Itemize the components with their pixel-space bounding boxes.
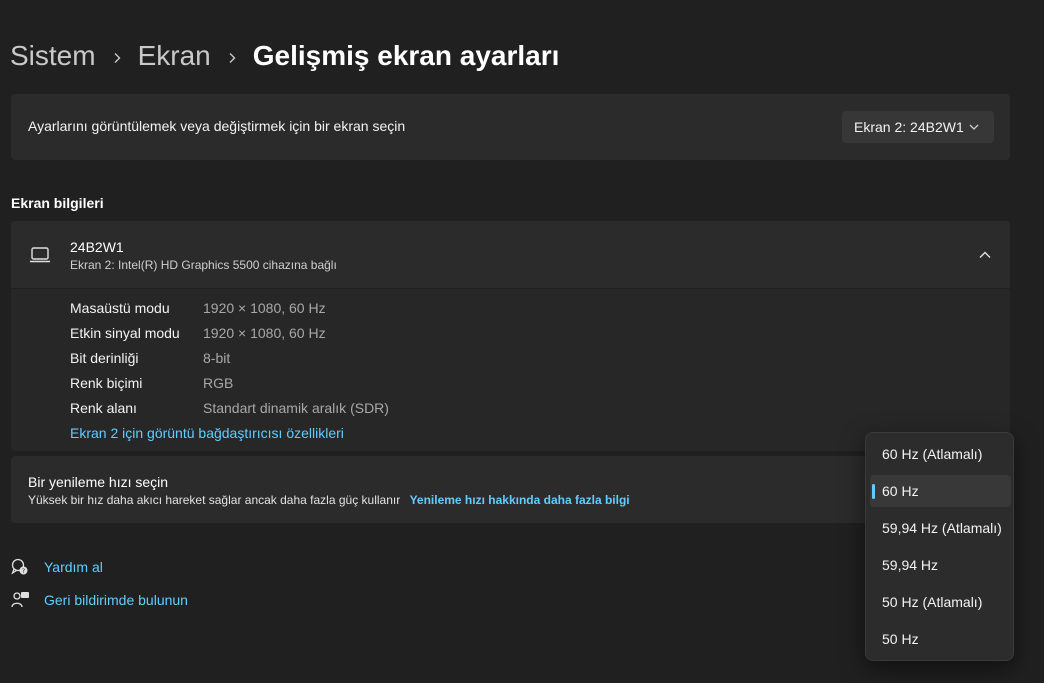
refresh-option-label: 59,94 Hz: [882, 557, 939, 573]
display-select-label: Ayarlarını görüntülemek veya değiştirmek…: [28, 118, 406, 134]
refresh-option[interactable]: 59,94 Hz (Atlamalı): [870, 512, 1011, 544]
get-help-link[interactable]: ? Yardım al: [10, 557, 103, 577]
refresh-option[interactable]: 59,94 Hz: [870, 549, 1011, 581]
adapter-properties-link[interactable]: Ekran 2 için görüntü bağdaştırıcısı özel…: [70, 425, 344, 441]
laptop-icon: [30, 247, 50, 263]
refresh-option-label: 60 Hz: [882, 483, 919, 499]
help-chat-icon: ?: [11, 558, 28, 575]
refresh-option-label: 59,94 Hz (Atlamalı): [882, 520, 1002, 536]
breadcrumb: Sistem Ekran Gelişmiş ekran ayarları: [10, 36, 559, 76]
refresh-rate-description: Yüksek bir hız daha akıcı hareket sağlar…: [28, 493, 401, 507]
breadcrumb-sistem[interactable]: Sistem: [10, 40, 96, 72]
info-key: Masaüstü modu: [70, 300, 170, 316]
refresh-rate-card: Bir yenileme hızı seçin Yüksek bir hız d…: [11, 456, 1010, 523]
selection-indicator: [872, 484, 875, 499]
refresh-option[interactable]: 60 Hz (Atlamalı): [870, 438, 1011, 470]
refresh-rate-title: Bir yenileme hızı seçin: [28, 474, 169, 490]
chevron-right-icon: [96, 40, 138, 72]
breadcrumb-ekran[interactable]: Ekran: [138, 40, 211, 72]
chevron-up-icon[interactable]: [978, 248, 992, 262]
feedback-label: Geri bildirimde bulunun: [44, 592, 188, 608]
refresh-rate-dropdown-menu: 60 Hz (Atlamalı) 60 Hz 59,94 Hz (Atlamal…: [865, 432, 1014, 661]
display-name: 24B2W1: [70, 239, 124, 255]
info-key: Renk biçimi: [70, 375, 143, 391]
info-key: Bit derinliği: [70, 350, 139, 366]
chevron-down-icon: [969, 124, 979, 130]
info-value: 1920 × 1080, 60 Hz: [203, 300, 326, 316]
refresh-option-label: 60 Hz (Atlamalı): [882, 446, 983, 462]
display-dropdown[interactable]: Ekran 2: 24B2W1: [842, 111, 994, 143]
info-value: RGB: [203, 375, 234, 391]
section-title: Ekran bilgileri: [11, 195, 104, 211]
display-info-details: Masaüstü modu 1920 × 1080, 60 Hz Etkin s…: [11, 289, 1010, 451]
refresh-option[interactable]: 50 Hz (Atlamalı): [870, 586, 1011, 618]
display-select-card: Ayarlarını görüntülemek veya değiştirmek…: [11, 94, 1010, 160]
get-help-label: Yardım al: [44, 559, 103, 575]
feedback-link[interactable]: Geri bildirimde bulunun: [10, 590, 188, 610]
info-value: 8-bit: [203, 350, 231, 366]
refresh-option-label: 50 Hz (Atlamalı): [882, 594, 983, 610]
refresh-rate-info-link[interactable]: Yenileme hızı hakkında daha fazla bilgi: [410, 493, 630, 507]
feedback-icon: [11, 592, 29, 608]
display-dropdown-value: Ekran 2: 24B2W1: [854, 119, 964, 135]
refresh-option[interactable]: 50 Hz: [870, 623, 1011, 655]
page-title: Gelişmiş ekran ayarları: [252, 40, 560, 71]
info-key: Etkin sinyal modu: [70, 325, 180, 341]
display-info-header[interactable]: 24B2W1 Ekran 2: Intel(R) HD Graphics 550…: [11, 221, 1010, 288]
display-subtitle: Ekran 2: Intel(R) HD Graphics 5500 cihaz…: [70, 258, 337, 272]
chevron-right-icon: [211, 40, 253, 72]
svg-text:?: ?: [22, 568, 25, 575]
refresh-rate-description-row: Yüksek bir hız daha akıcı hareket sağlar…: [28, 493, 630, 507]
settings-window: Sistem Ekran Gelişmiş ekran ayarları Aya…: [0, 0, 1044, 683]
refresh-option-label: 50 Hz: [882, 631, 919, 647]
refresh-option-selected[interactable]: 60 Hz: [870, 475, 1011, 507]
info-key: Renk alanı: [70, 400, 137, 416]
info-value: Standart dinamik aralık (SDR): [203, 400, 389, 416]
info-value: 1920 × 1080, 60 Hz: [203, 325, 326, 341]
